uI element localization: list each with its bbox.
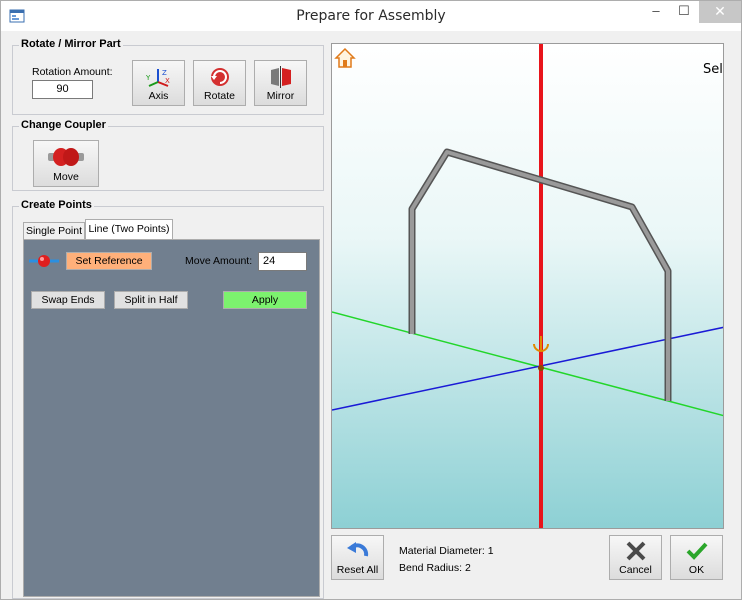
split-in-half-button[interactable]: Split in Half <box>114 291 188 309</box>
rotation-amount-label: Rotation Amount: <box>32 66 113 78</box>
create-points-group-title: Create Points <box>19 199 94 211</box>
ok-label: OK <box>688 564 705 576</box>
svg-text:Z: Z <box>162 69 167 77</box>
axis-icon: Z X Y <box>146 69 170 87</box>
3d-viewport[interactable]: Sele <box>331 43 724 529</box>
cancel-label: Cancel <box>619 564 652 576</box>
mirror-button[interactable]: Mirror <box>254 60 307 106</box>
move-amount-label: Move Amount: <box>185 255 253 267</box>
set-reference-button[interactable]: Set Reference <box>66 252 152 270</box>
viewport-scene <box>332 44 723 528</box>
minimize-button[interactable]: ‒ <box>643 1 669 23</box>
cancel-button[interactable]: Cancel <box>609 535 662 580</box>
title-bar: Prepare for Assembly ‒ ☐ ✕ <box>1 1 741 31</box>
checkmark-icon <box>686 542 707 560</box>
swap-ends-button[interactable]: Swap Ends <box>31 291 105 309</box>
rotate-button-label: Rotate <box>204 90 235 102</box>
rotate-icon <box>210 68 229 86</box>
reset-all-label: Reset All <box>336 564 379 576</box>
apply-button[interactable]: Apply <box>223 291 307 309</box>
mirror-icon <box>270 66 291 88</box>
origin-point <box>538 365 544 371</box>
create-points-group: Create Points Single Point Line (Two Poi… <box>12 199 324 599</box>
material-diameter-text: Material Diameter: 1 <box>399 545 494 557</box>
move-coupler-label: Move <box>53 171 79 183</box>
client-area: Rotate / Mirror Part Rotation Amount: 90… <box>2 32 740 599</box>
line-tab-panel: Set Reference Move Amount: 24 Swap Ends … <box>23 239 320 597</box>
reset-all-button[interactable]: Reset All <box>331 535 384 580</box>
prepare-assembly-window: Prepare for Assembly ‒ ☐ ✕ Rotate / Mirr… <box>0 0 742 600</box>
undo-icon <box>346 542 368 557</box>
mirror-button-label: Mirror <box>266 90 295 102</box>
tab-single-point[interactable]: Single Point <box>23 222 85 240</box>
rotate-mirror-group-title: Rotate / Mirror Part <box>19 38 123 50</box>
rotate-mirror-group: Rotate / Mirror Part Rotation Amount: 90… <box>12 38 324 115</box>
close-button[interactable]: ✕ <box>699 1 741 23</box>
move-amount-input[interactable]: 24 <box>258 252 307 271</box>
axis-button-label: Axis <box>148 90 169 102</box>
home-view-icon[interactable] <box>334 47 356 69</box>
move-coupler-button[interactable]: Move <box>33 140 99 187</box>
window-title: Prepare for Assembly <box>296 8 446 24</box>
cancel-x-icon <box>626 541 645 561</box>
viewport-overlay-text: Sele <box>703 62 723 77</box>
rotate-button[interactable]: Rotate <box>193 60 246 106</box>
bend-radius-text: Bend Radius: 2 <box>399 562 471 574</box>
coupler-icon <box>48 148 84 166</box>
axis-button[interactable]: Z X Y Axis <box>132 60 185 106</box>
rotation-amount-input[interactable]: 90 <box>32 80 93 99</box>
ok-button[interactable]: OK <box>670 535 723 580</box>
change-coupler-group: Change Coupler Move <box>12 119 324 191</box>
maximize-button[interactable]: ☐ <box>671 1 697 23</box>
tab-line-two-points[interactable]: Line (Two Points) <box>85 219 173 240</box>
svg-text:Y: Y <box>146 74 151 82</box>
change-coupler-group-title: Change Coupler <box>19 119 108 131</box>
svg-text:X: X <box>165 77 170 85</box>
reference-point-icon <box>29 255 59 267</box>
